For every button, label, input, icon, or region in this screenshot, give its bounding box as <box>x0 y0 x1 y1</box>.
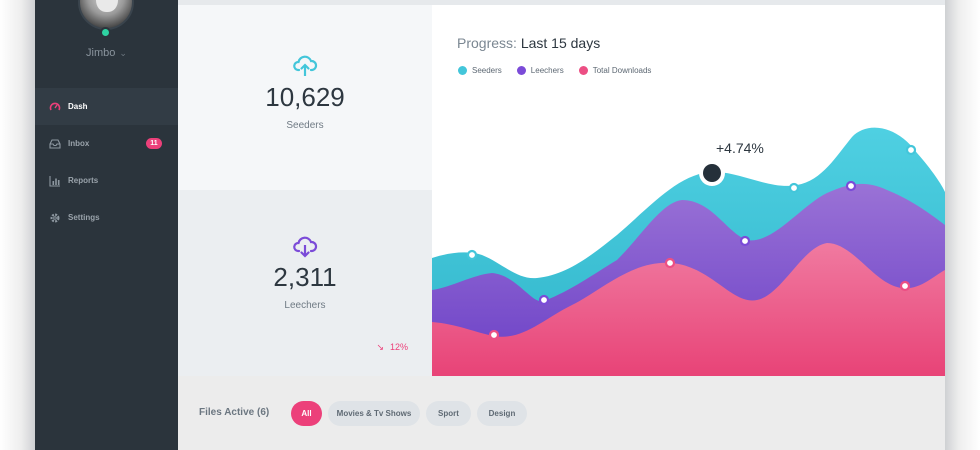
chevron-down-icon: ⌄ <box>119 48 127 58</box>
seeders-card: 10,629 Seeders <box>178 5 432 190</box>
seeders-point <box>905 144 917 156</box>
legend-item-seeders[interactable]: Seeders <box>458 66 502 75</box>
downloads-point <box>488 329 500 341</box>
online-status-dot <box>100 27 111 38</box>
sidebar-item-label: Inbox <box>68 139 90 148</box>
seeders-point <box>466 249 478 261</box>
sidebar-item-label: Settings <box>68 213 100 222</box>
avatar[interactable] <box>78 0 134 30</box>
sidebar-item-settings[interactable]: Settings <box>35 199 178 236</box>
inbox-count-badge: 11 <box>146 138 162 149</box>
sidebar-item-reports[interactable]: Reports <box>35 162 178 199</box>
filter-all[interactable]: All <box>291 401 322 426</box>
chart-legend: Seeders Leechers Total Downloads <box>458 66 666 75</box>
legend-item-downloads[interactable]: Total Downloads <box>578 66 652 75</box>
inbox-icon <box>49 138 61 150</box>
filter-design[interactable]: Design <box>477 401 527 426</box>
user-menu[interactable]: Jimbo ⌄ <box>35 47 178 59</box>
sidebar: Jimbo ⌄ Dash Inbox 11 Reports Settings <box>35 0 178 450</box>
legend-label: Seeders <box>472 66 502 75</box>
gear-icon <box>49 212 61 224</box>
dashboard-icon <box>49 101 61 113</box>
legend-dot-downloads <box>578 66 588 75</box>
sidebar-item-label: Reports <box>68 176 99 185</box>
leechers-point <box>845 180 857 192</box>
chart-title-range[interactable]: Last 15 days <box>521 35 600 51</box>
sidebar-item-dash[interactable]: Dash <box>35 88 178 125</box>
leechers-trend: ↘ 12% <box>376 342 408 353</box>
leechers-card: 2,311 Leechers ↘ 12% <box>178 190 432 376</box>
progress-chart <box>432 127 945 376</box>
username-label: Jimbo <box>86 47 116 59</box>
avatar-face <box>96 0 118 12</box>
legend-dot-seeders <box>458 66 467 75</box>
sidebar-item-label: Dash <box>68 102 88 111</box>
cloud-download-icon <box>292 234 318 260</box>
seeders-value: 10,629 <box>265 82 345 112</box>
leechers-point <box>538 294 550 306</box>
page-left-margin <box>0 0 35 450</box>
files-active-bar: Files Active (6) All Movies & Tv Shows S… <box>178 376 945 450</box>
legend-item-leechers[interactable]: Leechers <box>516 66 564 75</box>
page-right-margin <box>945 0 980 450</box>
seeders-point <box>788 182 800 194</box>
arrow-down-right-icon: ↘ <box>376 342 384 352</box>
filter-movies-tv[interactable]: Movies & Tv Shows <box>328 401 420 426</box>
legend-dot-leechers <box>516 66 526 75</box>
chart-annotation: +4.74% <box>716 140 764 156</box>
leechers-value: 2,311 <box>273 262 337 292</box>
seeders-label: Seeders <box>286 120 324 131</box>
legend-label: Leechers <box>530 66 564 75</box>
chart-bars-icon <box>49 175 61 187</box>
progress-chart-panel: Progress: Last 15 days Seeders Leechers … <box>432 5 945 376</box>
legend-label: Total Downloads <box>592 66 652 75</box>
trend-value: 12% <box>389 342 408 352</box>
chart-title-prefix: Progress: <box>457 35 517 51</box>
leechers-label: Leechers <box>284 300 326 311</box>
leechers-point <box>739 235 751 247</box>
highlight-point-core <box>703 164 721 182</box>
files-active-label: Files Active (6) <box>199 407 270 418</box>
cloud-upload-icon <box>292 53 318 79</box>
downloads-point <box>664 257 676 269</box>
downloads-point <box>899 280 911 292</box>
chart-title: Progress: Last 15 days <box>457 35 600 51</box>
sidebar-item-inbox[interactable]: Inbox 11 <box>35 125 178 162</box>
filter-sport[interactable]: Sport <box>426 401 471 426</box>
